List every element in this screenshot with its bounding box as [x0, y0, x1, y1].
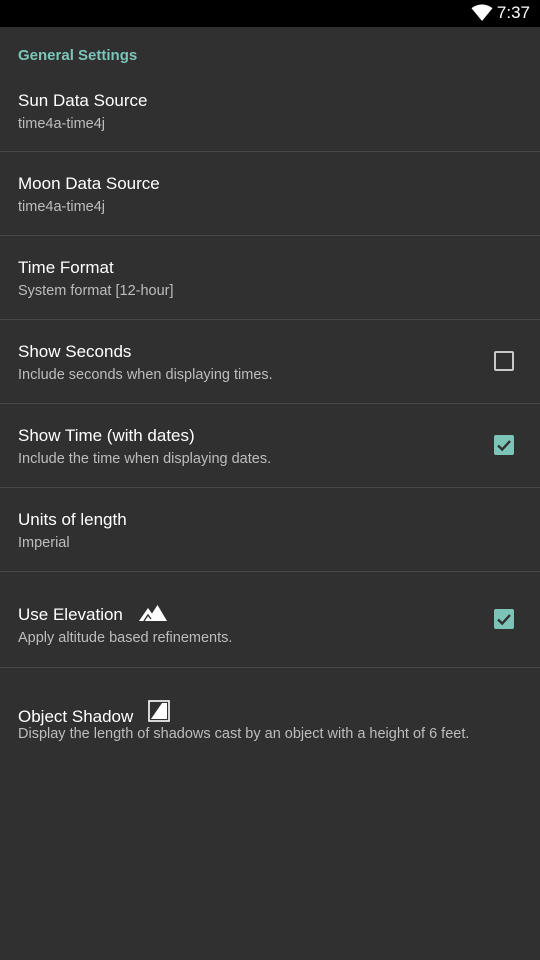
shadow-icon: [148, 700, 170, 722]
pref-title-text: Use Elevation: [18, 605, 123, 624]
status-bar: 7:37: [0, 0, 540, 27]
pref-use-elevation[interactable]: Use Elevation Apply altitude based refin…: [0, 572, 540, 668]
pref-title: Time Format: [18, 258, 114, 277]
show-seconds-checkbox[interactable]: [494, 351, 514, 371]
status-time: 7:37: [496, 3, 530, 22]
checkmark-icon: [497, 440, 511, 452]
pref-sun-data-source[interactable]: Sun Data Source time4a-time4j: [0, 81, 540, 152]
pref-summary: Include the time when displaying dates.: [18, 451, 272, 467]
pref-title: Object Shadow: [18, 700, 170, 727]
pref-title-text: Object Shadow: [18, 707, 134, 726]
pref-object-shadow[interactable]: Object Shadow Display the length of shad…: [0, 668, 540, 764]
pref-summary: Display the length of shadows cast by an…: [18, 726, 470, 742]
pref-summary: Include seconds when displaying times.: [18, 367, 273, 383]
pref-summary: time4a-time4j: [18, 199, 106, 215]
pref-title: Use Elevation: [18, 604, 168, 625]
pref-summary: Apply altitude based refinements.: [18, 630, 233, 646]
pref-title: Sun Data Source: [18, 91, 148, 110]
pref-show-seconds[interactable]: Show Seconds Include seconds when displa…: [0, 320, 540, 404]
pref-units-of-length[interactable]: Units of length Imperial: [0, 488, 540, 572]
show-time-checkbox[interactable]: [494, 435, 514, 455]
pref-title: Units of length: [18, 510, 127, 529]
pref-summary: System format [12-hour]: [18, 283, 174, 299]
pref-show-time-with-dates[interactable]: Show Time (with dates) Include the time …: [0, 404, 540, 488]
pref-title: Show Seconds: [18, 342, 132, 361]
pref-moon-data-source[interactable]: Moon Data Source time4a-time4j: [0, 152, 540, 236]
section-header-general: General Settings: [18, 47, 138, 64]
settings-screen: General Settings Sun Data Source time4a-…: [0, 27, 540, 960]
use-elevation-checkbox[interactable]: [494, 609, 514, 629]
pref-summary: Imperial: [18, 535, 70, 551]
checkmark-icon: [497, 614, 511, 626]
pref-title: Show Time (with dates): [18, 426, 195, 445]
mountain-icon: [138, 605, 167, 622]
wifi-icon: [471, 4, 493, 21]
pref-summary: time4a-time4j: [18, 116, 106, 132]
pref-time-format[interactable]: Time Format System format [12-hour]: [0, 236, 540, 320]
pref-title: Moon Data Source: [18, 174, 160, 193]
